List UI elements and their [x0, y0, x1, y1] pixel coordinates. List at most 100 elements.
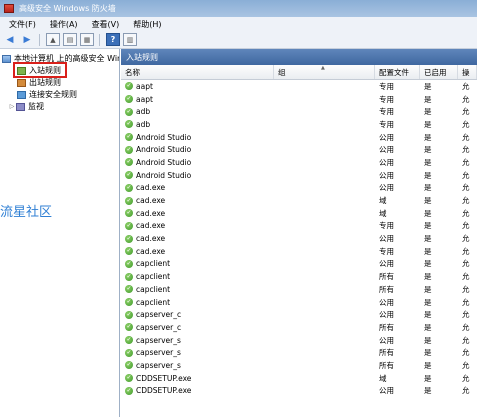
enabled-check-icon: ✓	[125, 259, 133, 268]
rule-profile: 专用	[379, 119, 394, 129]
tree-item-connection-security-rules[interactable]: 连接安全规则	[17, 89, 77, 100]
table-row[interactable]: ✓ cad.exe 域 是 允	[121, 194, 477, 207]
rule-enabled: 是	[424, 170, 432, 180]
rule-group	[274, 258, 375, 271]
table-row[interactable]: ✓ aapt 专用 是 允	[121, 93, 477, 106]
monitoring-icon	[16, 102, 25, 111]
rule-enabled: 是	[424, 157, 432, 167]
enabled-check-icon: ✓	[125, 310, 133, 319]
enabled-check-icon: ✓	[125, 183, 133, 192]
table-row[interactable]: ✓ Android Studio 公用 是 允	[121, 143, 477, 156]
rule-group	[274, 207, 375, 220]
enabled-check-icon: ✓	[125, 95, 133, 104]
window-title: 高级安全 Windows 防火墙	[19, 4, 116, 13]
enabled-check-icon: ✓	[125, 374, 133, 383]
rule-name: capserver_c	[136, 322, 182, 332]
inbound-rules-icon	[17, 66, 26, 75]
rule-name: aapt	[136, 81, 153, 91]
rule-name-cell: ✓ CDDSETUP.exe	[121, 385, 274, 398]
table-row[interactable]: ✓ capserver_c 公用 是 允	[121, 308, 477, 321]
column-name[interactable]: 名称	[121, 65, 274, 79]
table-row[interactable]: ✓ cad.exe 公用 是 允	[121, 232, 477, 245]
rule-name-cell: ✓ cad.exe	[121, 194, 274, 207]
table-row[interactable]: ✓ capclient 公用 是 允	[121, 258, 477, 271]
table-row[interactable]: ✓ capserver_s 所有 是 允	[121, 359, 477, 372]
tree-item-outbound-rules[interactable]: 出站规则	[17, 77, 61, 88]
rule-name-cell: ✓ CDDSETUP.exe	[121, 372, 274, 385]
column-enabled[interactable]: 已启用	[420, 65, 458, 79]
table-row[interactable]: ✓ capserver_c 所有 是 允	[121, 321, 477, 334]
enabled-check-icon: ✓	[125, 120, 133, 129]
table-row[interactable]: ✓ cad.exe 公用 是 允	[121, 182, 477, 195]
rule-profile: 公用	[379, 145, 394, 155]
table-row[interactable]: ✓ Android Studio 公用 是 允	[121, 169, 477, 182]
rule-enabled: 是	[424, 348, 432, 358]
rule-name-cell: ✓ capserver_s	[121, 359, 274, 372]
column-action[interactable]: 操	[458, 65, 477, 79]
table-row[interactable]: ✓ cad.exe 域 是 允	[121, 207, 477, 220]
rule-enabled: 是	[424, 310, 432, 320]
tree-item-monitoring[interactable]: ▷ 监视	[8, 101, 44, 112]
watermark-text: 流星社区	[0, 205, 53, 220]
rule-name: cad.exe	[136, 221, 166, 231]
rule-group	[274, 131, 375, 144]
table-row[interactable]: ✓ Android Studio 公用 是 允	[121, 156, 477, 169]
table-row[interactable]: ✓ Android Studio 公用 是 允	[121, 131, 477, 144]
rule-enabled: 是	[424, 107, 432, 117]
properties-icon[interactable]: ▦	[80, 33, 94, 46]
tree-item-inbound-rules[interactable]: 入站规则	[17, 65, 61, 76]
menu-file[interactable]: 文件(F)	[4, 19, 41, 30]
table-row[interactable]: ✓ capclient 所有 是 允	[121, 270, 477, 283]
sort-arrow-icon: ▲	[321, 65, 325, 71]
table-row[interactable]: ✓ capclient 公用 是 允	[121, 296, 477, 309]
rule-action: 允	[462, 132, 470, 142]
table-row[interactable]: ✓ cad.exe 专用 是 允	[121, 245, 477, 258]
expand-arrow-icon[interactable]: ▷	[8, 103, 16, 110]
rule-action: 允	[462, 310, 470, 320]
menu-view[interactable]: 查看(V)	[87, 19, 125, 30]
table-row[interactable]: ✓ capserver_s 公用 是 允	[121, 334, 477, 347]
toolbar: ◀ ▶ ▲ ▤ ▦ ? ▥	[0, 31, 477, 49]
table-row[interactable]: ✓ cad.exe 专用 是 允	[121, 220, 477, 233]
table-row[interactable]: ✓ CDDSETUP.exe 公用 是 允	[121, 385, 477, 398]
navigation-tree: 本地计算机 上的高级安全 Windows 入站规则 出站规则 连接安全规则 ▷ …	[0, 49, 120, 417]
rule-name: adb	[136, 119, 151, 129]
show-hide-tree-icon[interactable]: ▤	[63, 33, 77, 46]
rule-action: 允	[462, 208, 470, 218]
menu-action[interactable]: 操作(A)	[45, 19, 83, 30]
action-pane-icon[interactable]: ▥	[123, 33, 137, 46]
rule-name: capserver_s	[136, 335, 181, 345]
rule-action: 允	[462, 94, 470, 104]
rule-name-cell: ✓ Android Studio	[121, 169, 274, 182]
rule-name: capserver_s	[136, 348, 181, 358]
rule-profile: 域	[379, 208, 387, 218]
table-row[interactable]: ✓ adb 专用 是 允	[121, 105, 477, 118]
column-profile[interactable]: 配置文件	[375, 65, 420, 79]
enabled-check-icon: ✓	[125, 323, 133, 332]
rule-name-cell: ✓ Android Studio	[121, 156, 274, 169]
rule-name: capclient	[136, 259, 171, 269]
table-row[interactable]: ✓ capserver_s 所有 是 允	[121, 346, 477, 359]
rule-profile: 专用	[379, 107, 394, 117]
up-folder-icon[interactable]: ▲	[46, 33, 60, 46]
forward-arrow-icon[interactable]: ▶	[20, 33, 34, 46]
menu-help[interactable]: 帮助(H)	[128, 19, 166, 30]
rule-group	[274, 182, 375, 195]
rule-enabled: 是	[424, 335, 432, 345]
rule-name-cell: ✓ capserver_c	[121, 308, 274, 321]
rule-group	[274, 321, 375, 334]
rule-name: adb	[136, 107, 151, 117]
rule-profile: 专用	[379, 81, 394, 91]
table-row[interactable]: ✓ aapt 专用 是 允	[121, 80, 477, 93]
rule-enabled: 是	[424, 373, 432, 383]
help-icon[interactable]: ?	[106, 33, 120, 46]
rule-group	[274, 245, 375, 258]
rule-profile: 公用	[379, 386, 394, 396]
table-row[interactable]: ✓ adb 专用 是 允	[121, 118, 477, 131]
table-row[interactable]: ✓ CDDSETUP.exe 域 是 允	[121, 372, 477, 385]
rule-group	[274, 359, 375, 372]
back-arrow-icon[interactable]: ◀	[3, 33, 17, 46]
enabled-check-icon: ✓	[125, 336, 133, 345]
rule-name: aapt	[136, 94, 153, 104]
table-row[interactable]: ✓ capclient 所有 是 允	[121, 283, 477, 296]
